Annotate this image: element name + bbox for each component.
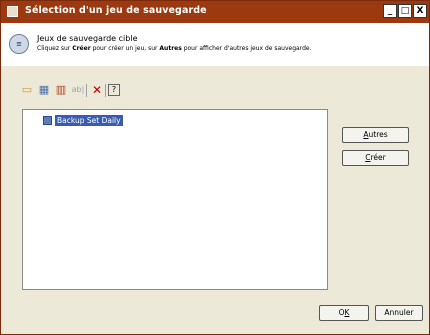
backup-set-icon: [43, 116, 52, 125]
delete-icon[interactable]: ✕: [89, 82, 105, 98]
close-button[interactable]: X: [413, 4, 427, 18]
list-item[interactable]: Backup Set Daily: [43, 115, 123, 126]
delete-backup-icon[interactable]: ▥: [53, 82, 69, 98]
annuler-button[interactable]: Annuler: [375, 305, 423, 321]
rename-icon[interactable]: ab|: [70, 82, 86, 98]
header-subtitle: Cliquez sur Créer pour créer un jeu, sur…: [37, 45, 312, 52]
maximize-button[interactable]: □: [398, 4, 412, 18]
toolbar: ▭ ▦ ▥ ab| ✕ ?: [19, 82, 199, 98]
ok-button[interactable]: OK: [319, 305, 369, 321]
help-icon[interactable]: ?: [108, 84, 120, 96]
toolbar-separator: [86, 84, 87, 97]
header-panel: ≡ Jeux de sauvegarde cible Cliquez sur C…: [1, 23, 429, 66]
app-icon: [7, 6, 18, 17]
backup-set-list[interactable]: Backup Set Daily: [22, 109, 328, 290]
dialog-window: Sélection d'un jeu de sauvegarde _ □ X ≡…: [0, 0, 430, 335]
backup-set-icon: ≡: [9, 34, 29, 54]
title-bar[interactable]: Sélection d'un jeu de sauvegarde _ □ X: [1, 1, 429, 23]
header-title: Jeux de sauvegarde cible: [37, 34, 138, 43]
properties-icon[interactable]: ▦: [36, 82, 52, 98]
toolbar-separator: [105, 84, 106, 97]
window-title: Sélection d'un jeu de sauvegarde: [25, 5, 207, 16]
open-folder-icon[interactable]: ▭: [19, 82, 35, 98]
minimize-button[interactable]: _: [383, 4, 397, 18]
list-item-label: Backup Set Daily: [55, 115, 123, 126]
creer-button[interactable]: Créer: [342, 150, 409, 166]
autres-button[interactable]: Autres: [342, 127, 409, 143]
